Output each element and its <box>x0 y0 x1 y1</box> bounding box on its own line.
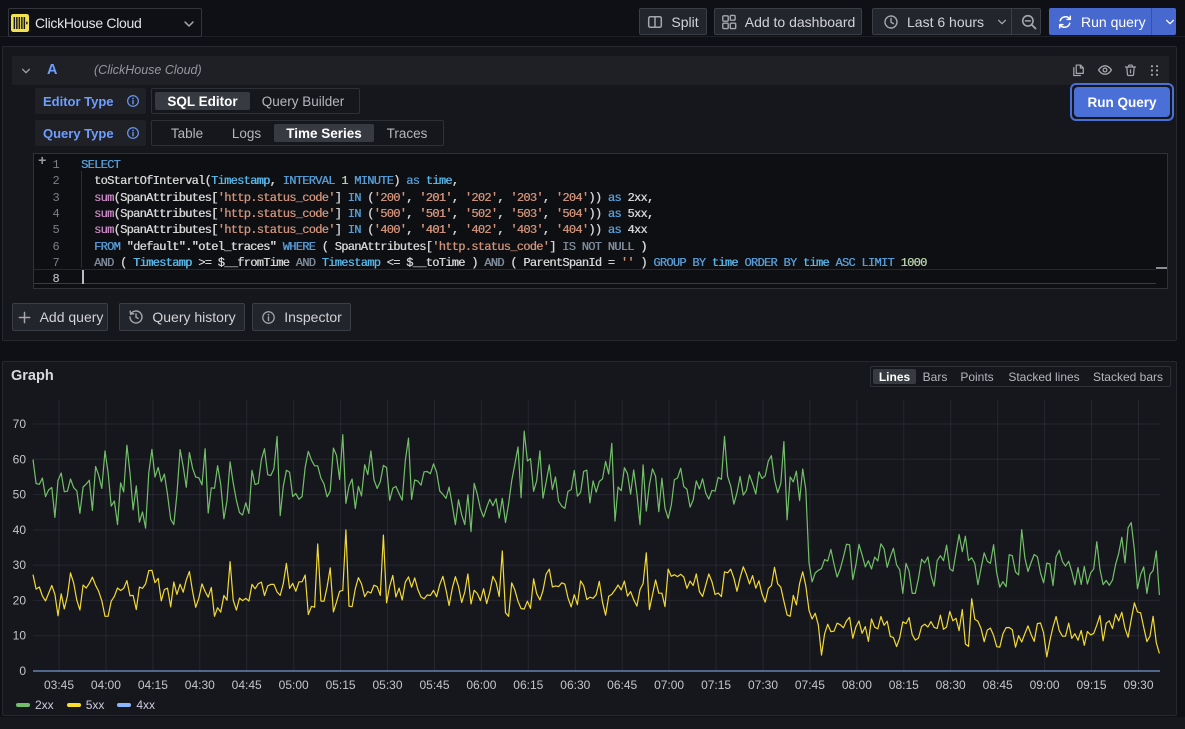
svg-text:05:45: 05:45 <box>419 678 449 692</box>
svg-text:10: 10 <box>13 629 27 643</box>
svg-text:07:00: 07:00 <box>654 678 684 692</box>
svg-text:08:00: 08:00 <box>842 678 872 692</box>
svg-text:30: 30 <box>13 558 27 572</box>
svg-text:50: 50 <box>13 488 27 502</box>
svg-text:03:45: 03:45 <box>44 678 74 692</box>
svg-text:07:30: 07:30 <box>748 678 778 692</box>
svg-text:06:30: 06:30 <box>560 678 590 692</box>
svg-text:09:00: 09:00 <box>1030 678 1060 692</box>
svg-text:07:15: 07:15 <box>701 678 731 692</box>
svg-text:06:15: 06:15 <box>513 678 543 692</box>
svg-text:09:15: 09:15 <box>1076 678 1106 692</box>
svg-text:06:45: 06:45 <box>607 678 637 692</box>
svg-text:08:15: 08:15 <box>889 678 919 692</box>
svg-text:60: 60 <box>13 452 27 466</box>
svg-text:06:00: 06:00 <box>466 678 496 692</box>
svg-text:70: 70 <box>13 417 27 431</box>
svg-text:20: 20 <box>13 593 27 607</box>
svg-text:09:30: 09:30 <box>1123 678 1153 692</box>
svg-text:05:30: 05:30 <box>372 678 402 692</box>
svg-text:04:15: 04:15 <box>138 678 168 692</box>
svg-text:08:30: 08:30 <box>936 678 966 692</box>
svg-text:04:45: 04:45 <box>232 678 262 692</box>
svg-text:08:45: 08:45 <box>983 678 1013 692</box>
svg-text:05:00: 05:00 <box>279 678 309 692</box>
svg-text:04:00: 04:00 <box>91 678 121 692</box>
svg-text:05:15: 05:15 <box>326 678 356 692</box>
svg-text:04:30: 04:30 <box>185 678 215 692</box>
svg-text:0: 0 <box>19 664 26 678</box>
svg-text:07:45: 07:45 <box>795 678 825 692</box>
svg-text:40: 40 <box>13 523 27 537</box>
